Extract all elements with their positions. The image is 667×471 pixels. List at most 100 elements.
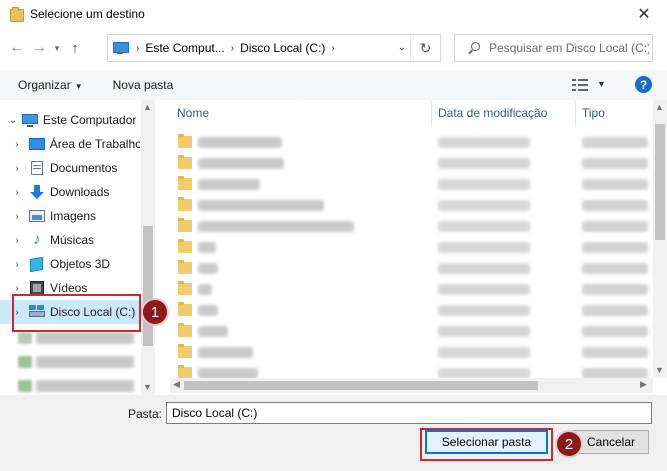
- nav-scroll-thumb[interactable]: [143, 226, 153, 346]
- cancel-button[interactable]: Cancelar: [573, 430, 649, 454]
- column-header-name[interactable]: Nome: [177, 100, 209, 126]
- breadcrumb-separator-icon[interactable]: ›: [136, 43, 139, 54]
- breadcrumb-separator-icon[interactable]: ›: [231, 43, 234, 54]
- new-folder-button[interactable]: Nova pasta: [105, 78, 182, 92]
- folder-row[interactable]: [170, 237, 653, 258]
- folder-row[interactable]: [170, 216, 653, 237]
- breadcrumb-separator-icon[interactable]: ›: [331, 43, 334, 54]
- nav-label: Vídeos: [50, 281, 88, 295]
- scroll-up-arrow-icon[interactable]: ▲: [143, 102, 152, 112]
- search-box[interactable]: [454, 34, 653, 62]
- chevron-right-icon[interactable]: ›: [10, 163, 24, 174]
- folder-row[interactable]: [170, 195, 653, 216]
- chevron-down-icon[interactable]: ⌄: [6, 115, 20, 126]
- column-header-modified[interactable]: Data de modificação: [438, 100, 547, 126]
- command-bar: Organizar ▼ Nova pasta ▼ ?: [0, 70, 667, 100]
- address-dropdown-icon[interactable]: ⌄: [398, 42, 406, 53]
- breadcrumb-this-pc[interactable]: Este Comput...: [145, 41, 224, 55]
- folder-app-icon: [10, 7, 24, 22]
- desktop-icon: [28, 137, 45, 151]
- scroll-down-arrow-icon[interactable]: ▼: [655, 365, 664, 375]
- horizontal-scroll-thumb[interactable]: [184, 381, 538, 390]
- folder-row[interactable]: [170, 132, 653, 153]
- recent-locations-chevron-icon[interactable]: ▾: [50, 35, 64, 61]
- file-scroll-thumb[interactable]: [655, 124, 665, 240]
- step-badge-2: 2: [555, 430, 583, 458]
- scroll-left-arrow-icon[interactable]: ◀: [173, 379, 180, 390]
- nav-label: Downloads: [50, 185, 110, 199]
- obscured-date: [438, 347, 530, 358]
- search-input[interactable]: [489, 41, 649, 55]
- close-button[interactable]: ✕: [621, 0, 667, 28]
- obscured-type: [582, 347, 648, 358]
- search-icon: [467, 41, 481, 55]
- folder-label: Pasta:: [128, 407, 163, 421]
- step-badge-1: 1: [141, 298, 169, 326]
- folder-row[interactable]: [170, 300, 653, 321]
- nav-label: Imagens: [50, 209, 97, 223]
- obscured-name: [198, 200, 324, 211]
- folder-row[interactable]: [170, 174, 653, 195]
- refresh-icon[interactable]: ↻: [410, 35, 440, 61]
- folder-icon: [178, 365, 192, 378]
- file-list: ⌃ Nome Data de modificação Tipo: [170, 100, 653, 378]
- highlight-box-step-2: [420, 428, 553, 461]
- nav-item-desktop[interactable]: › Área de Trabalho: [0, 132, 140, 156]
- scroll-down-arrow-icon[interactable]: ▼: [143, 382, 152, 392]
- column-divider[interactable]: [431, 100, 432, 126]
- nav-item-drive-blurred[interactable]: [0, 350, 140, 374]
- nav-label: Documentos: [50, 161, 118, 175]
- sort-ascending-icon: ⌃: [296, 100, 305, 108]
- caret-down-icon: ▼: [74, 82, 83, 91]
- nav-pane-scrollbar[interactable]: ▲ ▼: [141, 100, 155, 395]
- chevron-right-icon[interactable]: ›: [10, 283, 24, 294]
- scroll-up-arrow-icon[interactable]: ▲: [655, 102, 664, 112]
- nav-item-documents[interactable]: › Documentos: [0, 156, 140, 180]
- folder-row[interactable]: [170, 258, 653, 279]
- column-divider[interactable]: [575, 100, 576, 126]
- column-header-type[interactable]: Tipo: [582, 100, 605, 126]
- documents-icon: [29, 161, 45, 175]
- highlight-box-step-1: [12, 294, 141, 332]
- folder-row[interactable]: [170, 153, 653, 174]
- nav-item-this-pc[interactable]: ⌄ Este Computador: [0, 108, 140, 132]
- chevron-right-icon[interactable]: ›: [10, 139, 24, 150]
- help-icon[interactable]: ?: [635, 76, 652, 93]
- obscured-date: [438, 221, 530, 232]
- view-caret-down-icon[interactable]: ▼: [597, 79, 606, 89]
- file-list-horizontal-scrollbar[interactable]: ◀ ▶: [170, 378, 653, 393]
- chevron-right-icon[interactable]: ›: [10, 211, 24, 222]
- folder-row[interactable]: [170, 342, 653, 363]
- organize-label: Organizar: [18, 78, 71, 92]
- scroll-right-arrow-icon[interactable]: ▶: [640, 379, 647, 390]
- obscured-date: [438, 368, 530, 378]
- obscured-name: [198, 158, 284, 169]
- folder-row[interactable]: [170, 363, 653, 378]
- address-bar[interactable]: › Este Comput... › Disco Local (C:) › ⌄ …: [107, 34, 441, 62]
- nav-item-pictures[interactable]: › Imagens: [0, 204, 140, 228]
- folder-icon: [178, 260, 192, 274]
- folder-row[interactable]: [170, 279, 653, 300]
- nav-item-3d-objects[interactable]: › Objetos 3D: [0, 252, 140, 276]
- obscured-date: [438, 242, 530, 253]
- up-arrow-icon[interactable]: ↑: [64, 35, 86, 61]
- navigation-pane: ⌄ Este Computador › Área de Trabalho › D…: [0, 100, 155, 395]
- objects-3d-icon: [29, 256, 45, 273]
- chevron-right-icon[interactable]: ›: [10, 259, 24, 270]
- breadcrumb-local-disk[interactable]: Disco Local (C:): [240, 41, 325, 55]
- nav-item-downloads[interactable]: › Downloads: [0, 180, 140, 204]
- nav-item-music[interactable]: › ♪ Músicas: [0, 228, 140, 252]
- file-list-scrollbar[interactable]: ▲ ▼: [653, 100, 667, 378]
- chevron-right-icon[interactable]: ›: [10, 187, 24, 198]
- obscured-date: [438, 326, 530, 337]
- obscured-type: [582, 179, 648, 190]
- folder-input[interactable]: [166, 402, 652, 424]
- nav-item-drive-blurred[interactable]: [0, 374, 140, 395]
- view-options-icon[interactable]: [572, 79, 588, 91]
- organize-button[interactable]: Organizar ▼: [10, 78, 91, 92]
- chevron-right-icon[interactable]: ›: [10, 235, 24, 246]
- nav-label: Objetos 3D: [50, 257, 111, 271]
- forward-arrow-icon[interactable]: →: [28, 35, 50, 61]
- folder-row[interactable]: [170, 321, 653, 342]
- back-arrow-icon[interactable]: ←: [6, 35, 28, 61]
